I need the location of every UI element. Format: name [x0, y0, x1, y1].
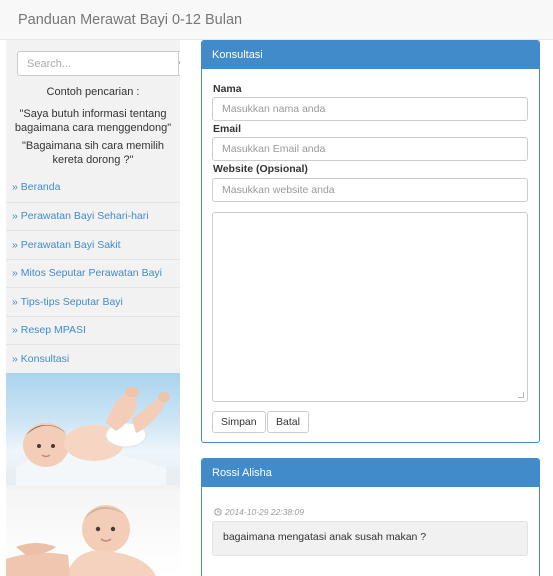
consultation-panel: Konsultasi Nama Email Website (Opsional)… [201, 40, 540, 443]
comment-timestamp-text: 2014-10-29 22:38:09 [225, 507, 304, 517]
sidebar-menu: » Beranda » Perawatan Bayi Sehari-hari »… [6, 173, 180, 373]
sidebar-item-tips[interactable]: » Tips-tips Seputar Bayi [6, 287, 180, 316]
search-button[interactable] [178, 51, 180, 76]
sidebar-item-perawatan-sehari-hari[interactable]: » Perawatan Bayi Sehari-hari [6, 201, 180, 231]
sidebar-item-konsultasi[interactable]: » Konsultasi [6, 344, 180, 373]
clock-icon [214, 508, 222, 516]
save-button[interactable]: Simpan [212, 411, 266, 433]
sidebar-item-mitos[interactable]: » Mitos Seputar Perawatan Bayi [6, 258, 180, 288]
resize-grip-icon[interactable] [518, 392, 524, 398]
baby-photo-1 [6, 373, 180, 485]
search-group [17, 51, 180, 76]
email-label: Email [213, 123, 242, 135]
sidebar: Contoh pencarian : "Saya butuh informasi… [6, 40, 180, 576]
comment-panel: Rossi Alisha 2014-10-29 22:38:09 bagaima… [201, 458, 540, 576]
search-example-1: "Saya butuh informasi tentang bagaimana … [14, 108, 172, 134]
website-label: Website (Opsional) [213, 163, 308, 175]
sidebar-item-perawatan-sakit[interactable]: » Perawatan Bayi Sakit [6, 230, 180, 259]
search-examples-title: Contoh pencarian : [46, 86, 140, 98]
cancel-button[interactable]: Batal [267, 411, 309, 433]
site-brand[interactable]: Panduan Merawat Bayi 0-12 Bulan [18, 12, 242, 28]
navbar: Panduan Merawat Bayi 0-12 Bulan [0, 0, 553, 40]
consultation-panel-heading: Konsultasi [202, 41, 539, 69]
website-field[interactable] [212, 178, 528, 202]
comment-message: bagaimana mengatasi anak susah makan ? [212, 521, 528, 556]
name-field[interactable] [212, 97, 528, 121]
search-icon [179, 60, 180, 65]
email-field[interactable] [212, 137, 528, 161]
sidebar-item-resep-mpasi[interactable]: » Resep MPASI [6, 315, 180, 345]
comment-author: Rossi Alisha [202, 459, 539, 487]
sidebar-item-beranda[interactable]: » Beranda [6, 173, 180, 202]
name-label: Nama [213, 83, 242, 95]
comment-timestamp: 2014-10-29 22:38:09 [214, 507, 304, 517]
search-input[interactable] [17, 51, 178, 76]
baby-photo-2 [6, 489, 180, 576]
search-example-2: "Bagaimana sih cara memilih kereta doron… [21, 140, 165, 166]
message-textarea[interactable] [212, 212, 528, 402]
